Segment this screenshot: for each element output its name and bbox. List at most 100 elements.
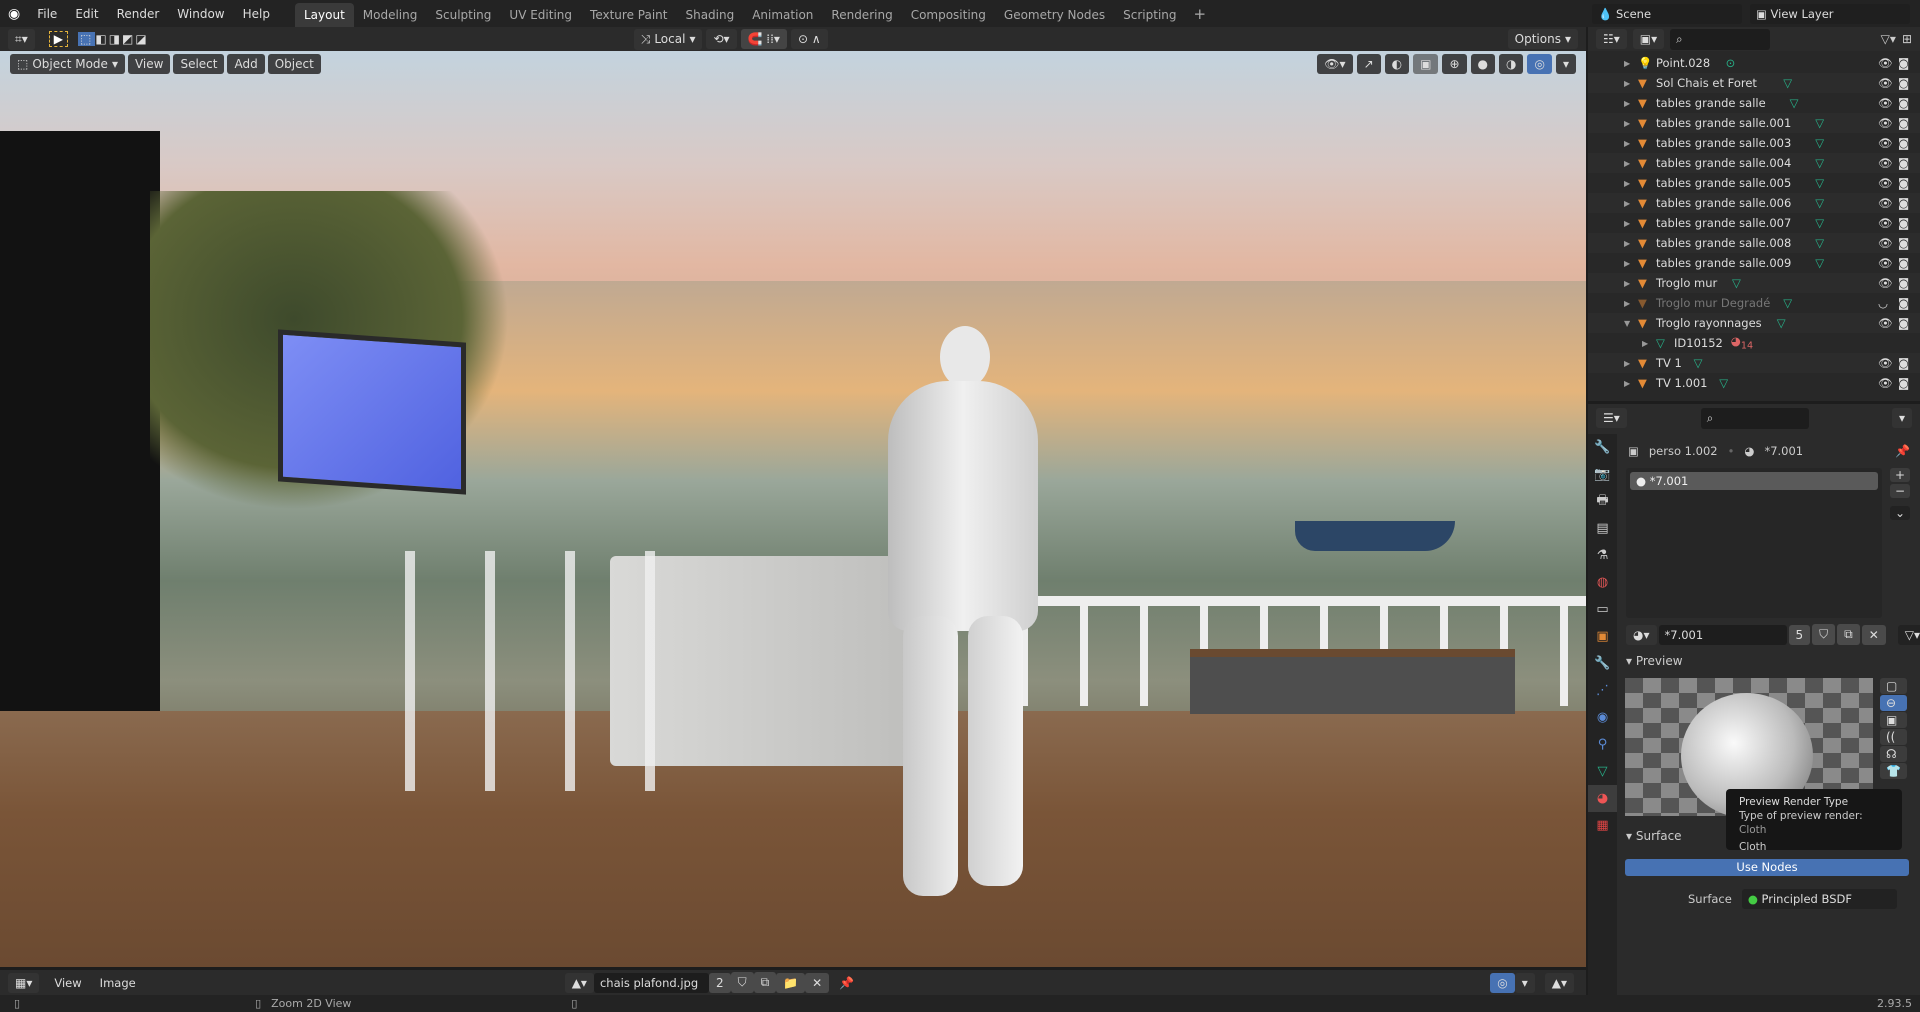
expand-arrow-icon[interactable]: ▶ — [1624, 299, 1630, 308]
eye-icon[interactable]: 👁 — [1878, 256, 1893, 270]
scene-selector[interactable]: 💧 Scene — [1592, 3, 1742, 24]
material-slot-list[interactable]: ● *7.001 — [1626, 468, 1882, 618]
menu-select[interactable]: Select — [173, 54, 225, 74]
outliner-item[interactable]: ▶ ▼ Sol Chais et Foret ▽ 👁 ◙ — [1588, 73, 1920, 93]
tab-texture[interactable]: ▦ — [1588, 812, 1617, 839]
tab-particles[interactable]: ⋰ — [1588, 677, 1617, 704]
render-camera-icon[interactable]: ◙ — [1898, 136, 1909, 150]
browse-material-button[interactable]: ◕▾ — [1626, 624, 1657, 645]
outliner-item[interactable]: ▶ ▼ tables grande salle.001 ▽ 👁 ◙ — [1588, 113, 1920, 133]
eye-icon[interactable]: 👁 — [1878, 356, 1893, 370]
render-camera-icon[interactable]: ◙ — [1898, 76, 1909, 90]
image-users-count[interactable]: 2 — [708, 972, 731, 993]
menu-help[interactable]: Help — [234, 7, 279, 21]
mesh-data-icon[interactable]: ▽ — [1815, 176, 1824, 190]
menu-view[interactable]: View — [127, 54, 171, 74]
new-image-button[interactable]: ⧉ — [753, 972, 777, 993]
outliner-item[interactable]: ▶ ▼ tables grande salle ▽ 👁 ◙ — [1588, 93, 1920, 113]
workspace-tab-compositing[interactable]: Compositing — [902, 3, 995, 27]
outliner-item[interactable]: ▼ ▼ Troglo rayonnages ▽ 👁 ◙ — [1588, 313, 1920, 333]
shading-solid[interactable]: ● — [1470, 54, 1495, 74]
unlink-material-button[interactable]: ✕ — [1861, 624, 1886, 645]
outliner-item[interactable]: ▶ ▼ TV 1.001 ▽ 👁 ◙ — [1588, 373, 1920, 393]
outliner-item[interactable]: ▶ ▼ tables grande salle.008 ▽ 👁 ◙ — [1588, 233, 1920, 253]
display-channels[interactable]: ▲▾ — [1544, 972, 1574, 993]
tab-scene[interactable]: ⚗ — [1588, 542, 1617, 569]
preview-flat[interactable]: ▢ — [1880, 678, 1907, 694]
mesh-data-icon[interactable]: ▽ — [1694, 356, 1703, 370]
outliner-item[interactable]: ▶ ▼ Troglo mur Degradé ▽ ◡ ◙ — [1588, 293, 1920, 313]
preview-cloth[interactable]: 👕 — [1880, 763, 1907, 779]
open-image-button[interactable]: 📁 — [776, 972, 806, 993]
expand-arrow-icon[interactable]: ▶ — [1642, 339, 1648, 348]
pivot-dropdown[interactable]: ⟲▾ — [706, 29, 737, 49]
outliner-item[interactable]: ▶ 💡 Point.028 ⊙ 👁 ◙ — [1588, 53, 1920, 73]
eye-icon[interactable]: 👁 — [1878, 376, 1893, 390]
options-dropdown[interactable]: Options ▾ — [1507, 29, 1578, 49]
mesh-data-icon[interactable]: ▽ — [1777, 316, 1786, 330]
mesh-data-icon[interactable]: ▽ — [1815, 116, 1824, 130]
outliner-item[interactable]: ▶ ▼ Troglo mur ▽ 👁 ◙ — [1588, 273, 1920, 293]
eye-icon[interactable]: 👁 — [1878, 216, 1893, 230]
visibility-dropdown[interactable]: 👁▾ — [1317, 54, 1353, 74]
duplicate-material-button[interactable]: ⧉ — [1837, 624, 1860, 645]
eye-icon[interactable]: 👁 — [1878, 176, 1893, 190]
material-users-count[interactable]: 5 — [1788, 624, 1811, 645]
eye-icon[interactable]: 👁 — [1878, 136, 1893, 150]
gizmo-toggle[interactable]: ↗ — [1356, 54, 1381, 74]
mesh-data-icon[interactable]: ▽ — [1815, 156, 1824, 170]
expand-arrow-icon[interactable]: ▶ — [1624, 359, 1630, 368]
preview-cube[interactable]: ▣ — [1880, 712, 1907, 728]
workspace-tab-rendering[interactable]: Rendering — [822, 3, 901, 27]
shading-wireframe[interactable]: ⊕ — [1442, 54, 1467, 74]
tab-world[interactable]: ◍ — [1588, 569, 1617, 596]
menu-object[interactable]: Object — [267, 54, 321, 74]
view-layer-selector[interactable]: ▣ View Layer — [1750, 3, 1910, 24]
expand-arrow-icon[interactable]: ▶ — [1624, 79, 1630, 88]
render-camera-icon[interactable]: ◙ — [1898, 216, 1909, 230]
tab-collection[interactable]: ▭ — [1588, 596, 1617, 623]
render-camera-icon[interactable]: ◙ — [1898, 56, 1909, 70]
eye-icon[interactable]: 👁 — [1878, 316, 1893, 330]
workspace-tab-shading[interactable]: Shading — [676, 3, 743, 27]
outliner-item[interactable]: ▶ ▼ tables grande salle.007 ▽ 👁 ◙ — [1588, 213, 1920, 233]
outliner-display-mode[interactable]: ☷▾ — [1596, 29, 1627, 49]
proportional-edit-toggle[interactable]: ⊙ ∧ — [790, 29, 828, 49]
render-camera-icon[interactable]: ◙ — [1898, 116, 1909, 130]
render-camera-icon[interactable]: ◙ — [1898, 376, 1909, 390]
preview-monkey[interactable]: ☊ — [1880, 746, 1907, 762]
shading-dropdown[interactable]: ▾ — [1555, 54, 1576, 74]
eye-icon[interactable]: 👁 — [1878, 196, 1893, 210]
image-name-field[interactable]: chais plafond.jpg — [593, 972, 709, 993]
render-camera-icon[interactable]: ◙ — [1898, 256, 1909, 270]
outliner-item[interactable]: ▶ ▽ ID10152 ◕14 — [1588, 333, 1920, 353]
expand-arrow-icon[interactable]: ▶ — [1624, 139, 1630, 148]
material-slot[interactable]: ● *7.001 — [1630, 472, 1878, 490]
shading-material[interactable]: ◑ — [1499, 54, 1524, 74]
3d-viewport[interactable]: ⬚ Object Mode ▾ View Select Add Object 👁… — [0, 51, 1586, 967]
use-nodes-button[interactable]: Use Nodes — [1625, 859, 1909, 876]
tab-view-layer[interactable]: ▤ — [1588, 515, 1617, 542]
tab-physics[interactable]: ◉ — [1588, 704, 1617, 731]
eye-icon[interactable]: 👁 — [1878, 56, 1893, 70]
menu-window[interactable]: Window — [168, 7, 233, 21]
render-camera-icon[interactable]: ◙ — [1898, 296, 1909, 310]
slot-specials-button[interactable]: ⌄ — [1890, 506, 1911, 520]
tab-tool[interactable]: 🔧 — [1588, 434, 1617, 461]
filter-icon[interactable]: ▽▾ — [1881, 32, 1896, 46]
menu-image[interactable]: Image — [91, 976, 145, 990]
render-camera-icon[interactable]: ◙ — [1898, 176, 1909, 190]
workspace-tab-texture-paint[interactable]: Texture Paint — [581, 3, 676, 27]
mesh-data-icon[interactable]: ▽ — [1783, 296, 1792, 310]
tab-render[interactable]: 📷 — [1588, 461, 1617, 488]
render-camera-icon[interactable]: ◙ — [1898, 156, 1909, 170]
tab-data[interactable]: ▽ — [1588, 758, 1617, 785]
hidden-icon[interactable]: ◡ — [1878, 296, 1888, 310]
workspace-tab-modeling[interactable]: Modeling — [354, 3, 427, 27]
surface-shader-field[interactable]: ● Principled BSDF — [1741, 889, 1897, 909]
render-camera-icon[interactable]: ◙ — [1898, 356, 1909, 370]
preview-hair[interactable]: (( — [1880, 729, 1907, 745]
expand-arrow-icon[interactable]: ▶ — [1624, 379, 1630, 388]
snap-toggle[interactable]: 🧲 ⁞⁞▾ — [740, 29, 787, 49]
expand-arrow-icon[interactable]: ▶ — [1624, 219, 1630, 228]
